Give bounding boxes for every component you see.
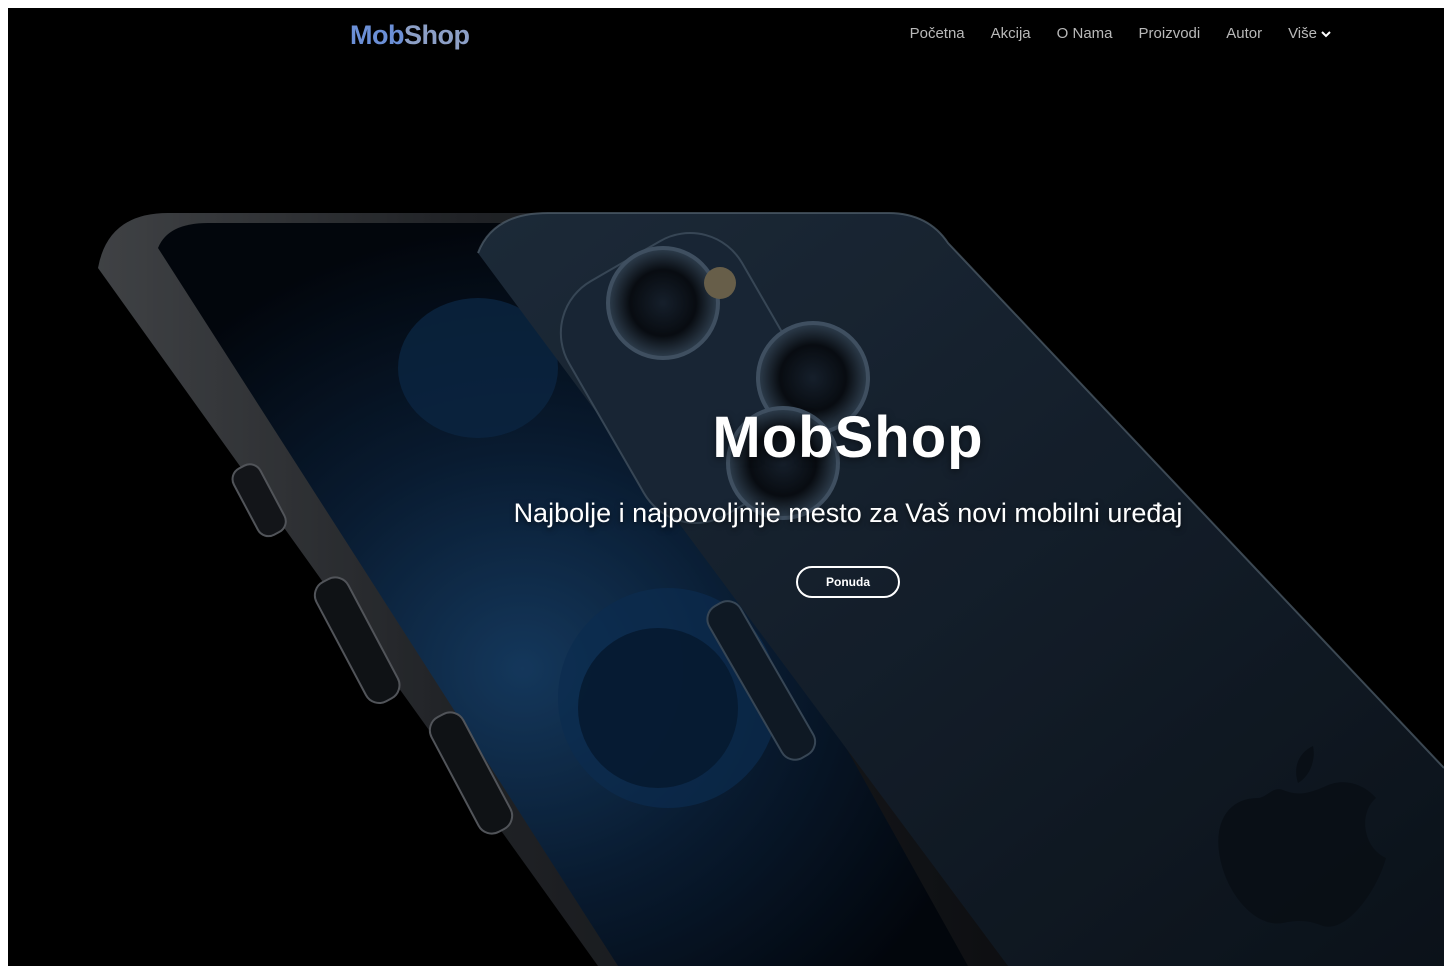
nav-link-label: Proizvodi <box>1138 25 1201 42</box>
chevron-down-icon <box>1321 31 1331 38</box>
page: MobShop Početna Akcija O Nama Proizvodi … <box>8 8 1444 966</box>
nav-link-proizvodi[interactable]: Proizvodi <box>1126 24 1214 44</box>
brand-logo-mob: Mob <box>350 20 404 50</box>
nav-link-label: Više <box>1288 25 1317 42</box>
nav-link-o-nama[interactable]: O Nama <box>1044 24 1126 44</box>
nav-dropdown-vise[interactable]: Više <box>1275 24 1344 44</box>
nav-link-label: Autor <box>1226 25 1263 42</box>
nav-link-label: Početna <box>909 25 965 42</box>
brand-logo-shop: Shop <box>403 20 470 50</box>
brand-logo[interactable]: MobShop <box>350 19 470 51</box>
hero-phone-image <box>8 8 1444 966</box>
ponuda-button[interactable]: Ponuda <box>796 566 900 598</box>
nav-link-autor[interactable]: Autor <box>1213 24 1275 44</box>
nav-link-pocetna[interactable]: Početna <box>897 24 978 44</box>
nav-link-label: O Nama <box>1056 25 1113 42</box>
nav-links: Početna Akcija O Nama Proizvodi Autor Vi… <box>897 24 1344 44</box>
top-navbar: MobShop Početna Akcija O Nama Proizvodi … <box>8 8 1444 64</box>
nav-link-akcija[interactable]: Akcija <box>978 24 1044 44</box>
hero-title: MobShop <box>712 405 984 470</box>
nav-link-label: Akcija <box>990 25 1031 42</box>
hero-subtitle: Najbolje i najpovoljnije mesto za Vaš no… <box>513 498 1183 528</box>
